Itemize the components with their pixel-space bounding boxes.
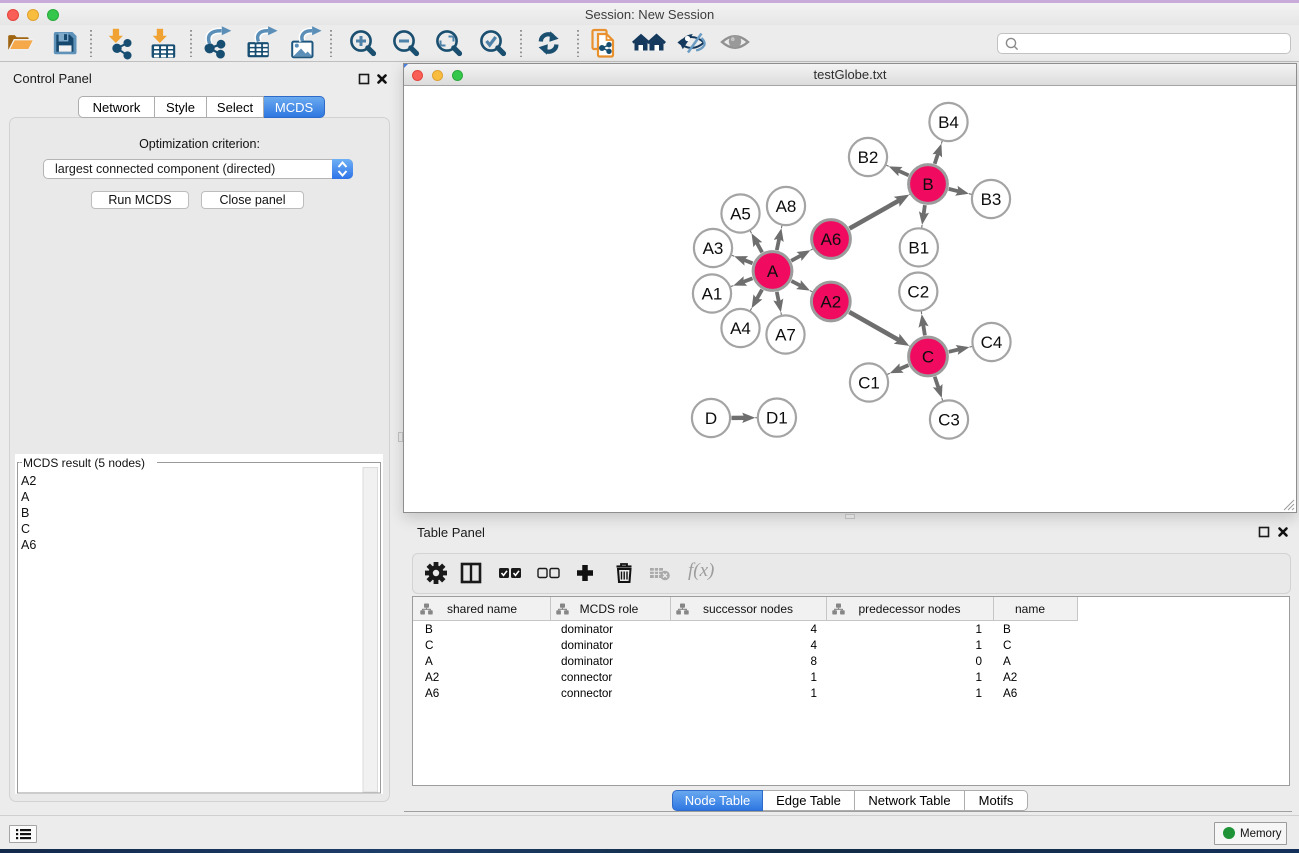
svg-text:A6: A6 (821, 230, 842, 249)
svg-text:C4: C4 (981, 333, 1003, 352)
svg-text:A1: A1 (702, 285, 723, 304)
svg-text:A5: A5 (730, 205, 751, 224)
svg-text:B2: B2 (858, 148, 879, 167)
svg-text:A7: A7 (775, 326, 796, 345)
svg-text:C1: C1 (858, 374, 880, 393)
svg-text:B4: B4 (938, 113, 959, 132)
svg-text:D1: D1 (766, 409, 788, 428)
svg-text:A2: A2 (820, 293, 841, 312)
svg-text:D: D (705, 409, 717, 428)
svg-text:A: A (767, 262, 779, 281)
svg-text:B: B (922, 175, 933, 194)
svg-text:C: C (922, 348, 934, 367)
svg-text:B1: B1 (908, 238, 929, 257)
svg-text:A8: A8 (776, 197, 797, 216)
svg-text:A3: A3 (703, 239, 724, 258)
svg-text:B3: B3 (981, 190, 1002, 209)
svg-text:A4: A4 (730, 319, 751, 338)
svg-text:C3: C3 (938, 411, 960, 430)
svg-text:C2: C2 (907, 283, 929, 302)
